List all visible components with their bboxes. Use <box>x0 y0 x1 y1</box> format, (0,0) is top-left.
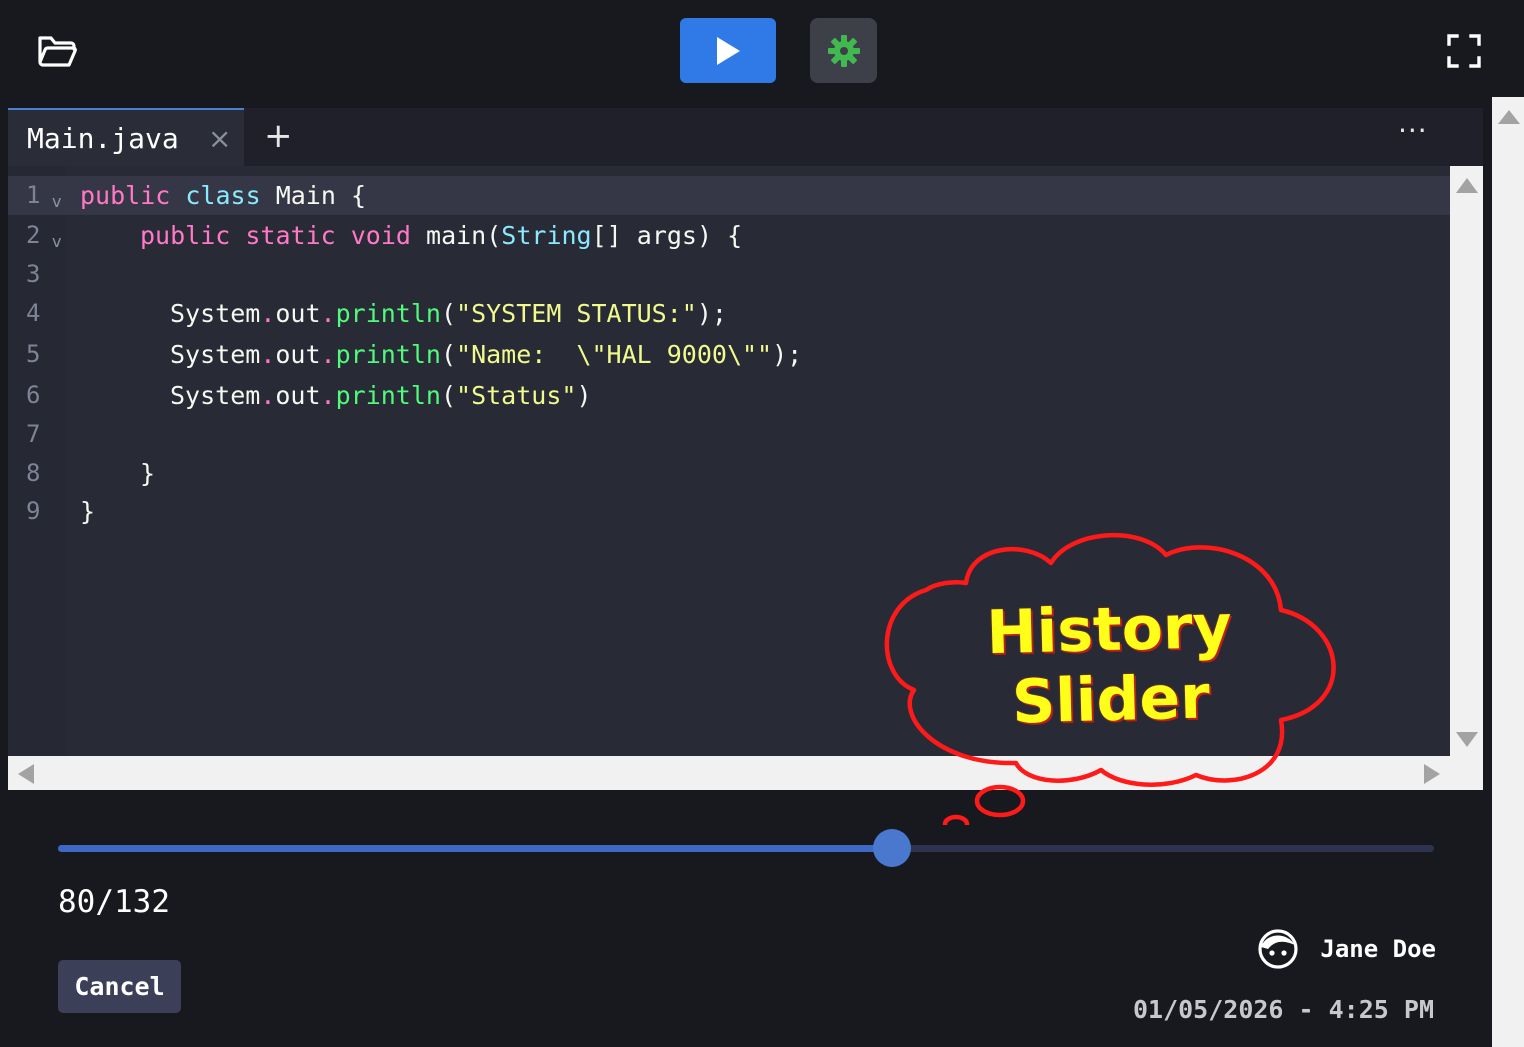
fullscreen-icon[interactable] <box>1446 33 1482 69</box>
horizontal-scrollbar[interactable] <box>8 756 1483 790</box>
line-number: 8 <box>26 459 41 487</box>
close-icon[interactable]: × <box>208 122 231 155</box>
history-slider[interactable] <box>58 829 1434 867</box>
cancel-button[interactable]: Cancel <box>58 960 181 1013</box>
line-number: 7 <box>26 420 41 448</box>
gear-icon <box>827 34 860 67</box>
code-line: 7 <box>8 415 1450 454</box>
line-number: 5 <box>26 340 41 368</box>
line-number: 3 <box>26 260 41 288</box>
scroll-up-arrow-icon[interactable] <box>1456 178 1478 193</box>
scroll-right-arrow-icon[interactable] <box>1424 764 1440 784</box>
code-line: 8 } <box>8 454 1450 493</box>
line-number: 4 <box>26 299 41 327</box>
code-line: 3 <box>8 255 1450 294</box>
tab-label: Main.java <box>27 121 179 155</box>
scroll-up-arrow-icon[interactable] <box>1498 110 1520 124</box>
folder-open-icon[interactable] <box>36 30 78 70</box>
code-editor: Main.java × + ··· 1 v public class Main … <box>8 108 1483 790</box>
history-counter: 80/132 <box>58 884 170 920</box>
callout-label: History Slider <box>985 591 1233 738</box>
code-line: 2 v public static void main(String[] arg… <box>8 216 1450 255</box>
scroll-left-arrow-icon[interactable] <box>18 764 34 784</box>
vertical-scrollbar[interactable] <box>1450 166 1483 756</box>
settings-button[interactable] <box>810 18 877 83</box>
top-toolbar <box>0 0 1524 100</box>
tab-bar: Main.java × + ··· <box>8 108 1483 166</box>
avatar-icon <box>1258 929 1298 969</box>
code-line: 9 } <box>8 492 1450 531</box>
code-line: 5 System.out.println("Name: \"HAL 9000\"… <box>8 335 1450 374</box>
author-name: Jane Doe <box>1320 935 1436 963</box>
history-timestamp: 01/05/2026 - 4:25 PM <box>1132 995 1434 1024</box>
add-tab-button[interactable]: + <box>264 116 293 156</box>
history-slider-fill <box>58 845 892 852</box>
run-button[interactable] <box>680 18 776 83</box>
page-scrollbar[interactable] <box>1492 97 1524 1047</box>
line-number: 6 <box>26 381 41 409</box>
code-line: 6 System.out.println("Status") <box>8 376 1450 415</box>
line-number: 9 <box>26 497 41 525</box>
more-options-icon[interactable]: ··· <box>1398 114 1428 147</box>
history-slider-thumb[interactable] <box>872 829 911 867</box>
tab-main-java[interactable]: Main.java × <box>8 108 244 166</box>
line-number: 1 <box>26 181 41 209</box>
code-line: 4 System.out.println("SYSTEM STATUS:"); <box>8 294 1450 333</box>
scroll-down-arrow-icon[interactable] <box>1456 732 1478 747</box>
play-icon <box>717 36 740 65</box>
author-info: Jane Doe <box>1256 927 1436 971</box>
code-line: 1 v public class Main { <box>8 176 1450 215</box>
line-number: 2 <box>26 221 41 249</box>
